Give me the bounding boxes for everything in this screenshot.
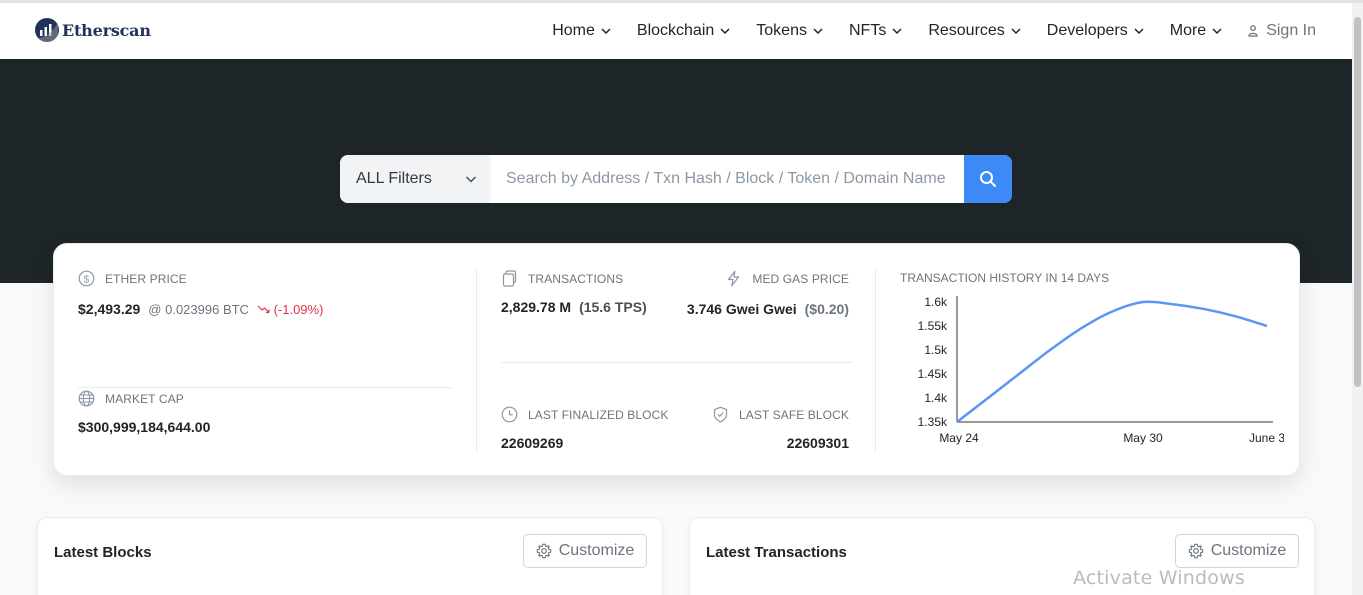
gear-icon xyxy=(536,543,552,559)
ether-price-change-value: (-1.09%) xyxy=(273,302,324,317)
chart-title: TRANSACTION HISTORY IN 14 DAYS xyxy=(900,271,1110,285)
etherscan-logo[interactable]: Etherscan xyxy=(35,18,151,42)
ether-price-value[interactable]: $2,493.29 xyxy=(78,301,140,317)
logo-text: Etherscan xyxy=(62,20,151,40)
gas-price-label-text: MED GAS PRICE xyxy=(752,271,849,286)
transaction-history-chart[interactable]: 1.35k 1.4k 1.45k 1.5k 1.55k 1.6k May 24 May 30 J… xyxy=(894,288,1284,458)
chevron-down-icon xyxy=(892,28,902,35)
svg-text:$: $ xyxy=(84,274,90,285)
trend-down-icon xyxy=(257,305,270,314)
transactions-icon xyxy=(502,270,517,287)
search-button[interactable] xyxy=(964,155,1012,203)
search-bar: ALL Filters xyxy=(340,155,1012,203)
nav-label: Developers xyxy=(1046,22,1128,39)
nav-blockchain[interactable]: Blockchain xyxy=(637,22,730,40)
chevron-down-icon xyxy=(720,28,730,35)
gas-price-value[interactable]: 3.746 Gwei Gwei xyxy=(687,301,797,317)
y-tick-label: 1.4k xyxy=(924,391,948,405)
lightning-icon xyxy=(728,270,740,287)
transactions-label-text: TRANSACTIONS xyxy=(528,271,624,286)
finalized-block-value[interactable]: 22609269 xyxy=(501,435,563,451)
transactions-label: TRANSACTIONS xyxy=(501,270,623,287)
nav-tokens[interactable]: Tokens xyxy=(756,22,823,40)
search-icon xyxy=(980,171,996,187)
customize-transactions-button[interactable]: Customize xyxy=(1175,534,1299,568)
chevron-down-icon xyxy=(1134,28,1144,35)
x-tick-label: June 3 xyxy=(1249,431,1284,445)
y-tick-label: 1.55k xyxy=(918,319,948,333)
activate-windows-watermark: Activate Windows xyxy=(1073,567,1245,589)
nav-label: Home xyxy=(552,22,595,39)
ether-price-label-text: ETHER PRICE xyxy=(105,271,187,286)
gas-price-usd: ($0.20) xyxy=(804,301,849,317)
transactions-row: 2,829.78 M (15.6 TPS) xyxy=(501,299,647,315)
transactions-series-line[interactable] xyxy=(956,300,1268,423)
finalized-block-label-text: LAST FINALIZED BLOCK xyxy=(528,407,669,422)
search-filter-select[interactable]: ALL Filters xyxy=(340,155,491,203)
clock-icon xyxy=(501,406,518,423)
nav-home[interactable]: Home xyxy=(552,22,611,40)
search-input[interactable] xyxy=(491,155,964,203)
transactions-value[interactable]: 2,829.78 M xyxy=(501,299,571,315)
divider xyxy=(501,362,852,363)
user-icon xyxy=(1248,25,1258,37)
filter-label: ALL Filters xyxy=(356,170,432,187)
nav-label: Resources xyxy=(928,22,1005,39)
chevron-down-icon xyxy=(1011,28,1021,35)
nav-label: Tokens xyxy=(756,22,807,39)
latest-blocks-title: Latest Blocks xyxy=(54,544,152,561)
sign-in-link[interactable]: Sign In xyxy=(1248,22,1316,40)
safe-block-value[interactable]: 22609301 xyxy=(787,435,849,451)
stats-panel: $ ETHER PRICE $2,493.29 @ 0.023996 BTC (… xyxy=(53,243,1300,476)
dollar-circle-icon: $ xyxy=(78,270,95,287)
sign-in-label: Sign In xyxy=(1266,22,1316,39)
nav-label: Blockchain xyxy=(636,22,715,39)
ether-price-change: (-1.09%) xyxy=(257,302,323,317)
nav-label: NFTs xyxy=(848,22,887,39)
latest-transactions-title: Latest Transactions xyxy=(706,544,847,561)
y-tick-label: 1.6k xyxy=(924,295,948,309)
chevron-down-icon xyxy=(601,28,611,35)
nav-more[interactable]: More xyxy=(1170,22,1222,40)
market-cap-label: MARKET CAP xyxy=(78,390,184,407)
y-tick-label: 1.45k xyxy=(918,367,948,381)
ether-price-label: $ ETHER PRICE xyxy=(78,270,187,287)
ether-price-btc: @ 0.023996 BTC xyxy=(148,302,249,317)
chevron-down-icon xyxy=(1212,28,1222,35)
y-tick-label: 1.35k xyxy=(918,415,948,429)
gas-price-label: MED GAS PRICE xyxy=(725,270,849,287)
globe-icon xyxy=(78,390,95,407)
nav-nfts[interactable]: NFTs xyxy=(849,22,902,40)
customize-label: Customize xyxy=(558,542,635,559)
market-cap-label-text: MARKET CAP xyxy=(105,391,184,406)
chevron-down-icon xyxy=(465,176,477,183)
transactions-tps: (15.6 TPS) xyxy=(579,299,647,315)
nav-developers[interactable]: Developers xyxy=(1047,22,1144,40)
x-tick-label: May 30 xyxy=(1123,431,1163,445)
chevron-down-icon xyxy=(813,28,823,35)
shield-check-icon xyxy=(713,406,728,423)
ether-price-row: $2,493.29 @ 0.023996 BTC (-1.09%) xyxy=(78,301,323,317)
customize-blocks-button[interactable]: Customize xyxy=(523,534,647,568)
gear-icon xyxy=(1188,543,1204,559)
gas-price-row: 3.746 Gwei Gwei ($0.20) xyxy=(687,301,849,317)
column-divider xyxy=(476,268,477,453)
nav-label: More xyxy=(1169,22,1207,39)
etherscan-logo-icon xyxy=(35,18,59,42)
site-header: Etherscan Home Blockchain Tokens NFTs Re… xyxy=(0,3,1352,59)
y-tick-label: 1.5k xyxy=(924,343,948,357)
market-cap-value: $300,999,184,644.00 xyxy=(78,419,211,435)
safe-block-label-text: LAST SAFE BLOCK xyxy=(739,407,849,422)
finalized-block-label: LAST FINALIZED BLOCK xyxy=(501,406,669,423)
scrollbar-thumb[interactable] xyxy=(1354,17,1361,387)
safe-block-label: LAST SAFE BLOCK xyxy=(712,406,849,423)
nav-resources[interactable]: Resources xyxy=(928,22,1021,40)
page-scrollbar[interactable] xyxy=(1352,3,1363,595)
latest-blocks-card: Latest Blocks Customize xyxy=(37,517,663,595)
customize-label: Customize xyxy=(1210,542,1287,559)
divider xyxy=(78,387,452,388)
main-nav: Home Blockchain Tokens NFTs Resources De… xyxy=(552,3,1316,59)
column-divider xyxy=(875,268,876,453)
x-tick-label: May 24 xyxy=(939,431,979,445)
